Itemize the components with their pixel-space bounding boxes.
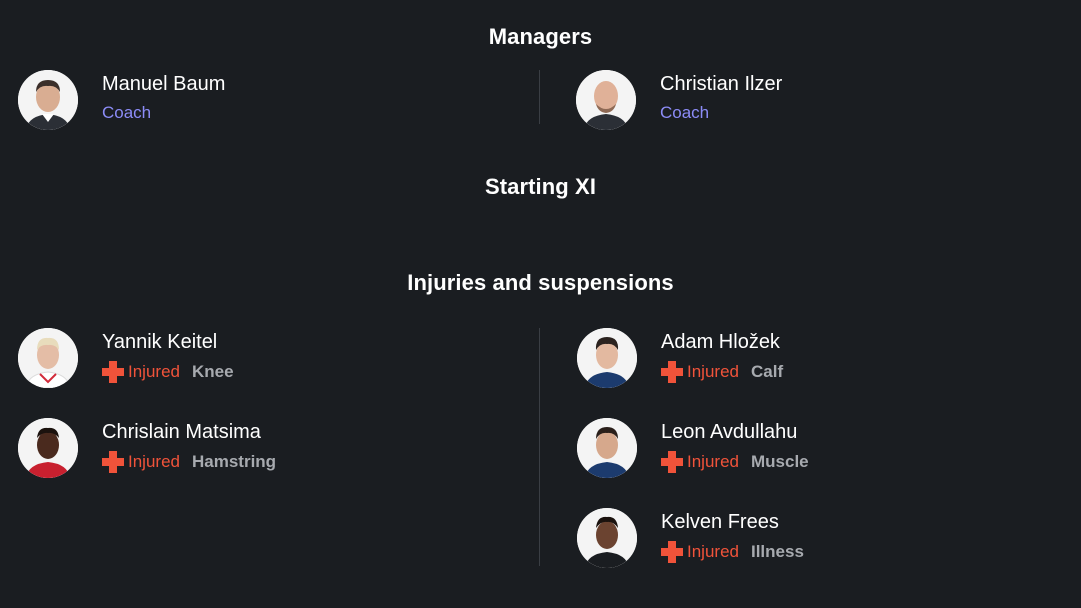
medical-cross-icon [661, 451, 683, 473]
starting-xi-title: Starting XI [484, 174, 597, 199]
injury-status: Injured Hamstring [102, 451, 276, 473]
player-avatar [577, 328, 637, 388]
player-name: Leon Avdullahu [661, 421, 798, 443]
player-avatar [577, 418, 637, 478]
lineups-page: Managers Manuel Baum Coach Christian Ilz… [0, 0, 1081, 608]
injuries-divider [539, 328, 540, 566]
injured-player-card[interactable]: Adam Hložek Injured Calf [577, 328, 977, 390]
injury-reason: Knee [191, 362, 234, 381]
medical-cross-icon [661, 541, 683, 563]
status-label: Injured [687, 452, 739, 471]
player-avatar [18, 418, 78, 478]
injury-status: Injured Muscle [661, 451, 809, 473]
managers-title: Managers [488, 24, 593, 49]
manager-card[interactable]: Manuel Baum Coach [18, 70, 418, 132]
injury-reason: Calf [750, 362, 784, 381]
player-name: Adam Hložek [661, 331, 780, 353]
manager-name: Manuel Baum [102, 73, 226, 95]
injury-reason: Muscle [750, 452, 809, 471]
injured-player-card[interactable]: Chrislain Matsima Injured Hamstring [18, 418, 418, 480]
injury-reason: Hamstring [191, 452, 277, 471]
status-label: Injured [687, 542, 739, 561]
status-label: Injured [128, 452, 180, 471]
status-label: Injured [687, 362, 739, 381]
injuries-title: Injuries and suspensions [407, 270, 674, 295]
managers-divider [539, 70, 540, 124]
medical-cross-icon [102, 361, 124, 383]
player-avatar [577, 508, 637, 568]
manager-role: Coach [102, 103, 152, 122]
injured-player-card[interactable]: Yannik Keitel Injured Knee [18, 328, 418, 390]
injury-status: Injured Illness [661, 541, 804, 563]
medical-cross-icon [661, 361, 683, 383]
status-label: Injured [128, 362, 180, 381]
injured-player-card[interactable]: Leon Avdullahu Injured Muscle [577, 418, 977, 480]
player-name: Yannik Keitel [102, 331, 218, 353]
player-avatar [18, 328, 78, 388]
manager-avatar [576, 70, 636, 130]
injury-reason: Illness [750, 542, 804, 561]
manager-name: Christian Ilzer [660, 73, 783, 95]
injury-status: Injured Knee [102, 361, 234, 383]
manager-card[interactable]: Christian Ilzer Coach [576, 70, 976, 132]
medical-cross-icon [102, 451, 124, 473]
injured-player-card[interactable]: Kelven Frees Injured Illness [577, 508, 977, 570]
injury-status: Injured Calf [661, 361, 783, 383]
manager-role: Coach [660, 103, 710, 122]
manager-avatar [18, 70, 78, 130]
player-name: Chrislain Matsima [102, 421, 261, 443]
player-name: Kelven Frees [661, 511, 779, 533]
